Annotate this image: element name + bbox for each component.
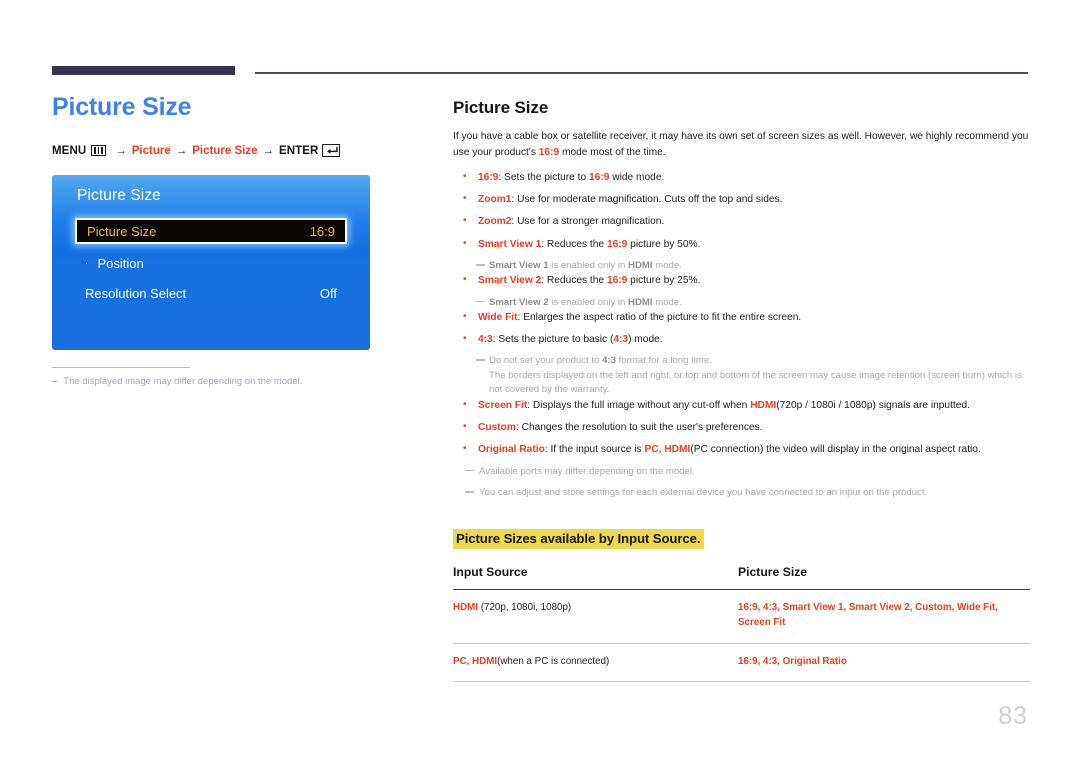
inline-highlight-term: PC, HDMI <box>644 444 691 456</box>
table-row: HDMI (720p, 1080i, 1080p) 16:9, 4:3, Smar… <box>453 589 1030 644</box>
option-term: Smart View 1 <box>478 238 542 250</box>
trailing-notes: Available ports may differ depending on … <box>453 465 1030 501</box>
subnote-strong-term: HDMI <box>628 259 653 271</box>
list-item: 16:9: Sets the picture to 16:9 wide mode… <box>453 169 1030 185</box>
option-term: Original Ratio <box>478 444 545 456</box>
left-column: Picture Size MENU → Picture → Picture Si… <box>52 92 422 387</box>
input-source-section-heading: Picture Sizes available by Input Source. <box>453 529 705 550</box>
breadcrumb-arrow-2: → <box>175 144 188 157</box>
osd-row-picture-size[interactable]: Picture Size 16:9 <box>75 218 347 244</box>
left-footnote-text: The displayed image may differ depending… <box>63 376 303 387</box>
osd-row-bullet-icon: · <box>85 257 88 268</box>
list-item: Smart View 2: Reduces the 16:9 picture b… <box>453 272 1030 288</box>
osd-row-label: Picture Size <box>87 223 157 239</box>
list-item: Screen Fit: Displays the full image with… <box>453 397 1030 413</box>
left-footnote: – The displayed image may differ dependi… <box>52 376 422 387</box>
picture-size-values: 16:9, 4:3, Original Ratio <box>738 655 847 667</box>
section-title: Picture Size <box>453 98 549 117</box>
list-item: Zoom1: Use for moderate magnification. C… <box>453 191 1030 207</box>
intro-paragraph: If you have a cable box or satellite rec… <box>453 131 1029 158</box>
list-item: Wide Fit: Enlarges the aspect ratio of t… <box>453 309 1030 325</box>
trailing-note: You can adjust and store settings for ea… <box>453 486 1030 500</box>
option-term: Zoom1 <box>478 193 512 205</box>
inline-highlight-term: 16:9 <box>606 238 628 250</box>
inline-highlight-term: 16:9 <box>589 171 610 183</box>
page-number: 83 <box>998 702 1028 730</box>
osd-row-position[interactable]: · Position <box>75 251 347 276</box>
osd-row-label: Position <box>97 255 144 271</box>
table-header-row: Input Source Picture Size <box>453 565 1030 591</box>
picture-size-values: 16:9, 4:3, Smart View 1, Smart View 2, C… <box>738 602 998 629</box>
osd-row-label: Resolution Select <box>85 286 187 301</box>
list-item: Zoom2: Use for a stronger magnification. <box>453 213 1030 229</box>
inline-highlight-term: HDMI <box>750 399 777 411</box>
breadcrumb-arrow-3: → <box>262 144 274 157</box>
breadcrumb-arrow-1: → <box>115 144 127 157</box>
subnote-strong-term: 4:3 <box>602 355 616 367</box>
option-term: Custom <box>478 421 516 433</box>
table-header-picture-size: Picture Size <box>738 565 1030 591</box>
table-body: HDMI (720p, 1080i, 1080p) 16:9, 4:3, Smar… <box>453 589 1030 683</box>
inline-highlight-term: 16:9 <box>606 275 628 287</box>
input-source-table: Input Source Picture Size HDMI (720p, 10… <box>453 565 1030 683</box>
left-footnote-dash: – <box>52 376 58 387</box>
subnote-continuation: The borders displayed on the left and ri… <box>489 369 1022 396</box>
header-rule <box>52 66 1028 76</box>
option-term: Zoom2 <box>478 216 512 228</box>
osd-row-value: 16:9 <box>309 223 335 239</box>
header-rule-thick <box>52 66 235 75</box>
inline-highlight-term: 4:3 <box>613 334 629 346</box>
option-term: Smart View 2 <box>478 275 542 287</box>
menu-bars-icon <box>91 145 107 156</box>
input-source-name: PC, HDMI <box>453 655 498 667</box>
osd-panel-title: Picture Size <box>77 187 161 204</box>
right-column: Picture Size If you have a cable box or … <box>453 98 1030 683</box>
breadcrumb-menu-label: MENU <box>52 144 87 157</box>
enter-return-icon <box>322 144 341 157</box>
osd-panel: Picture Size Picture Size 16:9 · Positio… <box>52 175 370 350</box>
list-item: Custom: Changes the resolution to suit t… <box>453 419 1030 435</box>
table-row: PC, HDMI(when a PC is connected) 16:9, 4:… <box>453 643 1030 683</box>
table-cell-picture-size: 16:9, 4:3, Smart View 1, Smart View 2, C… <box>738 589 1030 644</box>
breadcrumb-enter-label: ENTER <box>278 144 319 157</box>
header-rule-thin <box>255 72 1028 74</box>
subnote-strong-term: HDMI <box>628 296 653 308</box>
option-subnote: Do not set your product to 4:3 format fo… <box>453 354 1030 397</box>
table-cell-input-source: PC, HDMI(when a PC is connected) <box>453 643 738 683</box>
subnote-term: Smart View 2 <box>489 296 549 308</box>
table-cell-input-source: HDMI (720p, 1080i, 1080p) <box>453 589 738 644</box>
intro-highlight-term: 16:9 <box>538 146 560 158</box>
option-term: 16:9 <box>478 171 499 183</box>
option-term: Wide Fit <box>478 311 518 323</box>
option-subnote: Smart View 1 is enabled only in HDMI mod… <box>453 259 1030 273</box>
list-item: Original Ratio: If the input source is P… <box>453 441 1030 457</box>
trailing-note: Available ports may differ depending on … <box>453 465 1030 479</box>
osd-row-resolution-select[interactable]: Resolution Select Off <box>75 281 347 306</box>
input-source-name: HDMI <box>453 602 479 614</box>
option-term: 4:3 <box>478 334 493 346</box>
option-subnote: Smart View 2 is enabled only in HDMI mod… <box>453 296 1030 310</box>
page-title-left: Picture Size <box>52 93 192 121</box>
subnote-term: Smart View 1 <box>489 259 549 271</box>
table-cell-picture-size: 16:9, 4:3, Original Ratio <box>738 643 1030 683</box>
breadcrumb-step-picture-size: Picture Size <box>192 144 258 157</box>
osd-row-value: Off <box>319 286 337 301</box>
left-note-divider <box>52 367 190 368</box>
table-header-input-source: Input Source <box>453 565 738 591</box>
menu-path-breadcrumb: MENU → Picture → Picture Size → ENTER <box>52 144 422 157</box>
breadcrumb-step-picture: Picture <box>131 144 171 157</box>
list-item: Smart View 1: Reduces the 16:9 picture b… <box>453 235 1030 252</box>
option-term: Screen Fit <box>478 399 528 411</box>
picture-size-options-list: 16:9: Sets the picture to 16:9 wide mode… <box>453 169 1030 458</box>
list-item: 4:3: Sets the picture to basic (4:3) mod… <box>453 331 1030 347</box>
